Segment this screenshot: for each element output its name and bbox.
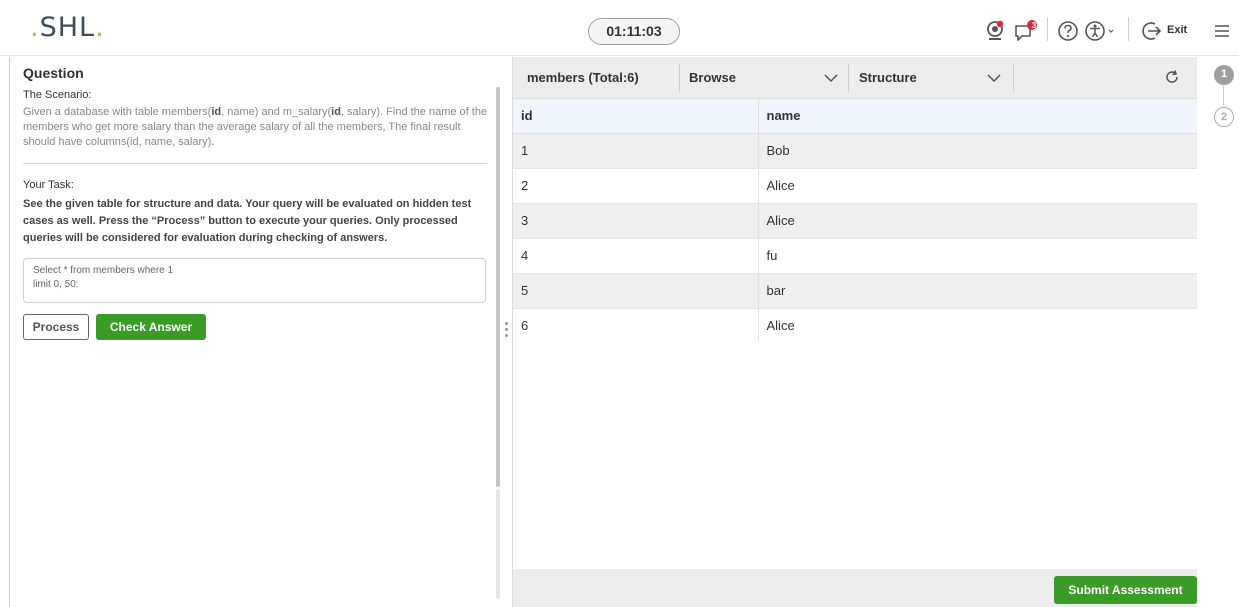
menu-icon[interactable] [1213, 20, 1231, 42]
table-row: 2 Alice [513, 168, 1197, 204]
step-1[interactable]: 1 [1214, 65, 1234, 85]
table-empty-area [513, 341, 1197, 569]
notification-count: 3 [1031, 21, 1037, 30]
database-panel: members (Total:6) Browse Structure id na… [513, 57, 1197, 607]
task-label: Your Task: [23, 179, 74, 191]
column-header-id[interactable]: id [513, 99, 759, 134]
step-connector [1223, 86, 1224, 106]
toolbar-divider [1047, 17, 1048, 41]
refresh-icon[interactable] [1164, 69, 1180, 85]
cell-name: fu [758, 238, 1197, 274]
shl-logo: .SHL. [30, 12, 105, 43]
process-button[interactable]: Process [23, 314, 89, 340]
step-2[interactable]: 2 [1214, 107, 1234, 127]
accessibility-icon[interactable] [1084, 20, 1116, 42]
cell-id: 1 [513, 133, 759, 169]
chevron-down-icon[interactable] [823, 70, 839, 86]
table-selector[interactable]: members (Total:6) [527, 70, 639, 85]
scenario-text: Given a database with table members(id, … [23, 106, 488, 148]
table-row: 6 Alice [513, 308, 1197, 344]
db-toolbar: members (Total:6) Browse Structure [513, 57, 1197, 99]
exit-icon[interactable] [1141, 20, 1163, 42]
question-stepper: 1 2 [1198, 57, 1239, 607]
exit-button[interactable]: Exit [1167, 24, 1187, 36]
table-header-row: id name [513, 99, 1197, 134]
table-row: 4 fu [513, 238, 1197, 274]
result-table: id name 1 Bob 2 Alice 3 Alice 4 fu 5 bar… [513, 99, 1197, 344]
check-answer-button[interactable]: Check Answer [96, 314, 206, 340]
question-title: Question [23, 65, 84, 81]
toolbar-divider [848, 64, 849, 92]
cell-name: Bob [758, 133, 1197, 169]
cell-id: 5 [513, 273, 759, 309]
table-row: 5 bar [513, 273, 1197, 309]
structure-dropdown[interactable]: Structure [859, 70, 917, 85]
toolbar-divider [679, 64, 680, 92]
table-row: 3 Alice [513, 203, 1197, 239]
help-icon[interactable] [1057, 20, 1079, 42]
chevron-down-icon[interactable] [986, 70, 1002, 86]
cell-id: 3 [513, 203, 759, 239]
sql-query-editor[interactable]: Select * from members where 1 limit 0, 5… [23, 258, 486, 303]
query-line: limit 0, 50: [33, 279, 79, 290]
top-bar: .SHL. 01:11:03 3 Exit [0, 0, 1239, 56]
table-row: 1 Bob [513, 133, 1197, 169]
scrollbar-track[interactable] [496, 489, 500, 599]
cell-name: bar [758, 273, 1197, 309]
column-header-name[interactable]: name [758, 99, 1197, 134]
section-divider [23, 163, 487, 164]
cell-name: Alice [758, 203, 1197, 239]
scrollbar-thumb[interactable] [496, 87, 500, 487]
browse-dropdown[interactable]: Browse [689, 70, 736, 85]
toolbar-divider [1013, 64, 1014, 92]
cell-name: Alice [758, 308, 1197, 344]
question-panel: Question The Scenario: Given a database … [9, 57, 503, 607]
cell-name: Alice [758, 168, 1197, 204]
cell-id: 4 [513, 238, 759, 274]
cell-id: 6 [513, 308, 759, 344]
scenario-label: The Scenario: [23, 89, 92, 101]
task-text: See the given table for structure and da… [23, 198, 472, 244]
timer: 01:11:03 [588, 18, 680, 45]
toolbar-divider [1128, 17, 1129, 41]
cell-id: 2 [513, 168, 759, 204]
submit-assessment-button[interactable]: Submit Assessment [1054, 576, 1197, 604]
query-line: Select * from members where 1 [33, 265, 174, 276]
webcam-icon [984, 20, 1006, 42]
panel-resize-handle[interactable] [505, 322, 508, 340]
